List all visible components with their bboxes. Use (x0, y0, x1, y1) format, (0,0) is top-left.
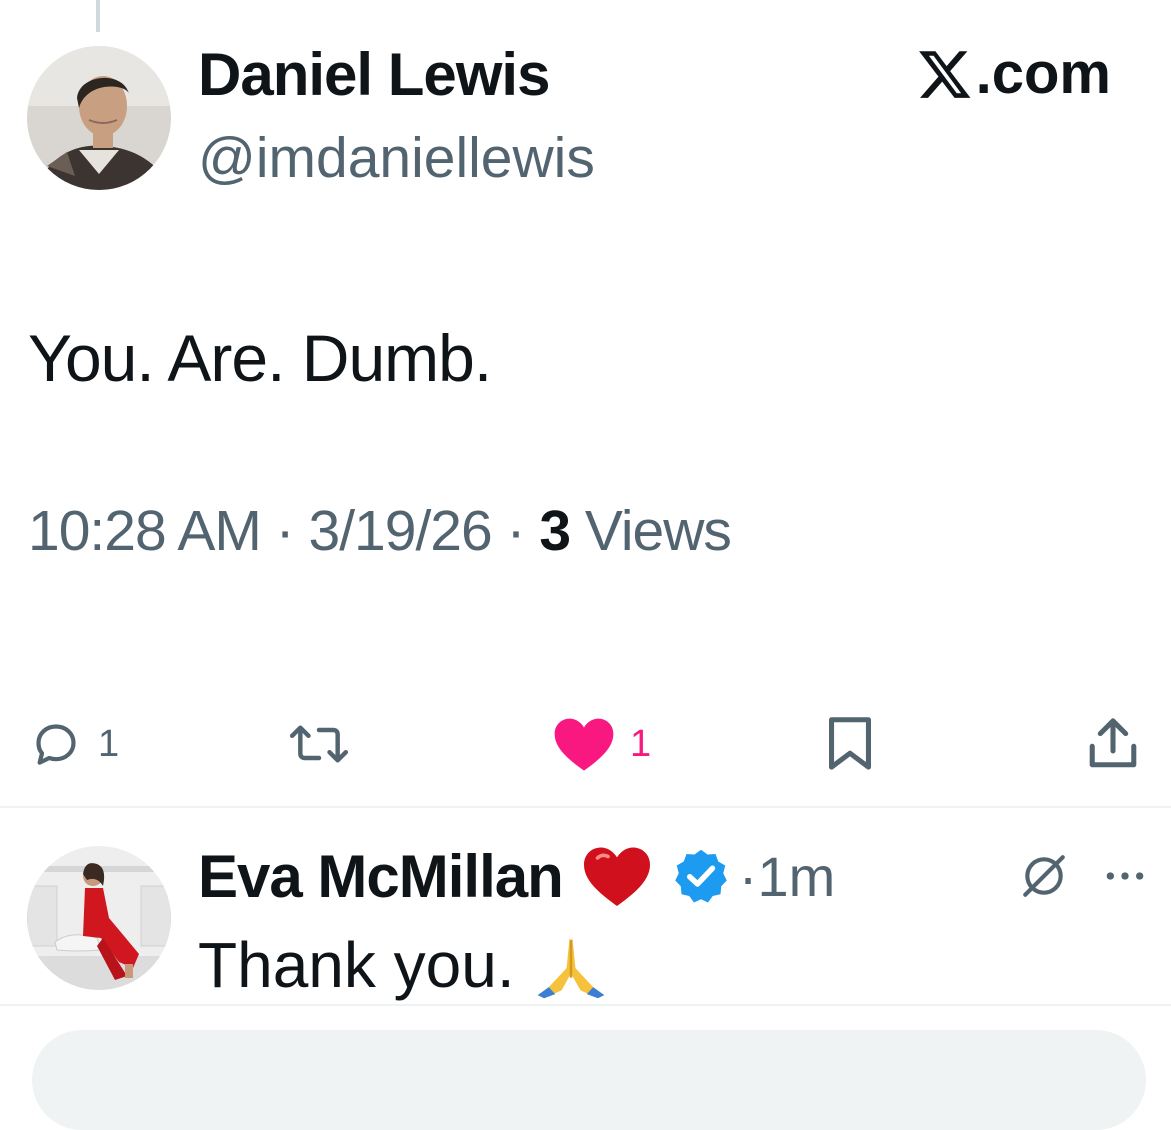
tweet-action-bar: 1 1 (0, 708, 1171, 780)
bookmark-icon (829, 717, 871, 770)
divider (0, 806, 1171, 808)
repost-arrows-icon (289, 725, 349, 763)
reply-tools (1019, 848, 1147, 904)
more-dots-icon[interactable] (1103, 866, 1147, 886)
meta-separator: · (260, 499, 309, 563)
reply-text: Thank you. (198, 929, 515, 1001)
reply-header: Eva McMillan ·1m (198, 838, 835, 914)
like-count: 1 (630, 722, 652, 765)
brand-logo: .com (916, 40, 1111, 107)
woman-red-dress-avatar-icon (27, 846, 171, 990)
author-avatar[interactable] (27, 46, 171, 190)
tweet-meta: 10:28 AM · 3/19/26 · 3 Views (28, 498, 732, 564)
red-heart-emoji-icon (583, 847, 650, 906)
share-button[interactable] (1084, 708, 1142, 780)
verified-badge-icon[interactable] (671, 846, 731, 906)
man-portrait-avatar-icon (27, 46, 171, 190)
tweet-text: You. Are. Dumb. (28, 321, 492, 395)
share-icon (1089, 718, 1137, 768)
reply-text-row: Thank you. (198, 928, 609, 1002)
reply-bubble-icon (36, 724, 76, 765)
thread-connector-line (96, 0, 100, 32)
tweet-time[interactable]: 10:28 AM (28, 499, 262, 563)
reply-count: 1 (98, 722, 120, 765)
meta-separator: · (491, 499, 540, 563)
like-button[interactable]: 1 (552, 708, 651, 780)
reply-button[interactable]: 1 (28, 708, 119, 780)
heart-filled-icon (554, 718, 614, 771)
reply-author-avatar[interactable] (27, 846, 171, 990)
repost-button[interactable] (286, 708, 352, 780)
views-count[interactable]: 3 (539, 499, 571, 563)
divider (0, 1004, 1171, 1006)
folded-hands-emoji-icon (537, 936, 604, 999)
author-handle[interactable]: @imdaniellewis (198, 125, 595, 191)
reply-time[interactable]: ·1m (739, 844, 835, 909)
views-label: Views (584, 499, 732, 563)
tweet-date[interactable]: 3/19/26 (309, 499, 493, 563)
reply-author-name[interactable]: Eva McMillan (198, 842, 564, 911)
bookmark-button[interactable] (822, 708, 878, 780)
x-logo-icon (918, 50, 971, 98)
reply-composer[interactable] (32, 1030, 1146, 1130)
brand-text: .com (975, 41, 1111, 106)
author-name[interactable]: Daniel Lewis (198, 40, 550, 109)
grok-icon[interactable] (1019, 851, 1069, 901)
